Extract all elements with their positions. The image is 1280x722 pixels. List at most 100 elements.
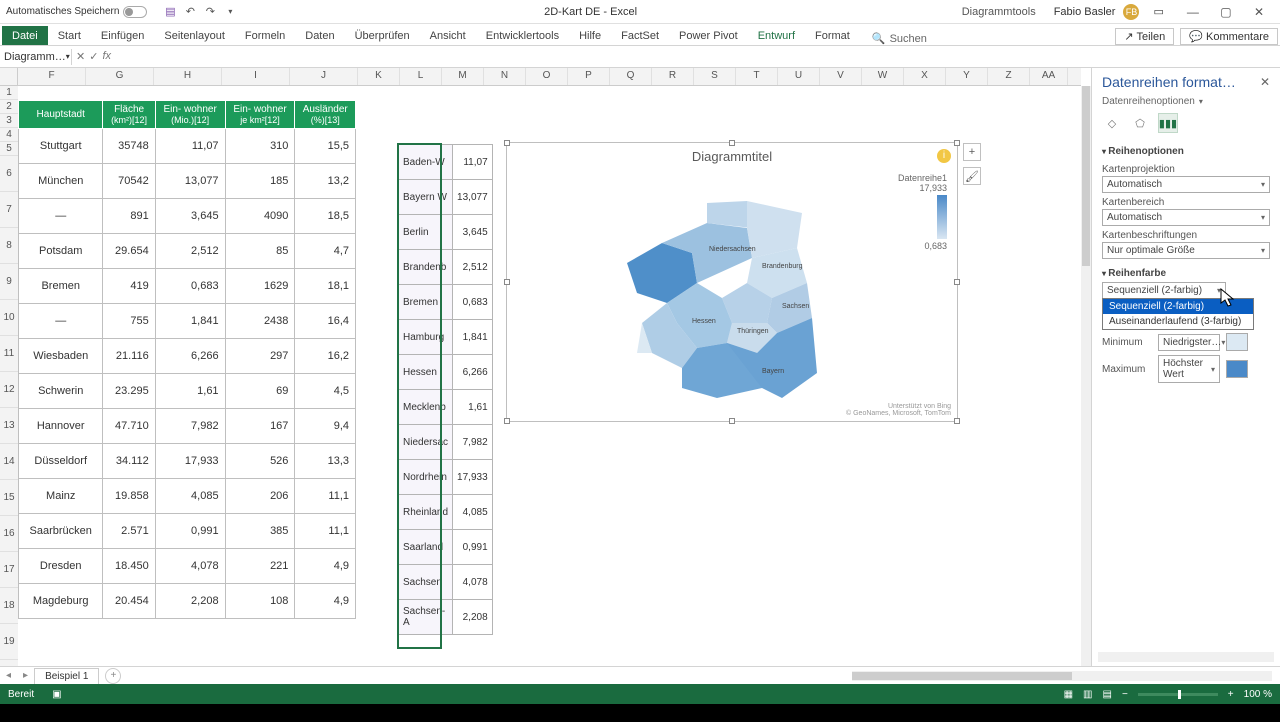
row-header[interactable]: 6 [0, 156, 18, 192]
user-avatar[interactable]: FB [1123, 4, 1139, 20]
table-row[interactable]: Schwerin23.2951,61694,5 [19, 374, 356, 409]
mini-row[interactable]: Nordrhein17,933 [399, 460, 493, 495]
column-headers[interactable]: FGHIJKLMNOPQRSTUVWXYZAA [18, 68, 1081, 86]
chart-source-table[interactable]: Baden-W11,07Bayern W13,077Berlin3,645Bra… [398, 144, 493, 635]
row-header[interactable]: 12 [0, 372, 18, 408]
tab-file[interactable]: Datei [2, 26, 48, 45]
mini-row[interactable]: Bremen0,683 [399, 285, 493, 320]
ribbon-search[interactable]: 🔍Suchen [872, 32, 927, 45]
mini-row[interactable]: Hessen6,266 [399, 355, 493, 390]
row-header[interactable]: 19 [0, 624, 18, 660]
pane-subtitle[interactable]: Datenreihenoptionen▾ [1102, 96, 1270, 107]
pane-close-icon[interactable]: ✕ [1260, 75, 1270, 89]
close-button[interactable]: ✕ [1244, 5, 1274, 19]
max-color-swatch[interactable] [1226, 360, 1248, 378]
view-normal-icon[interactable]: ▦ [1064, 689, 1073, 700]
row-header[interactable]: 3 [0, 114, 18, 128]
fx-icon[interactable]: fx [102, 50, 111, 63]
sheet-tab-active[interactable]: Beispiel 1 [34, 668, 99, 684]
tab-start[interactable]: Start [48, 26, 91, 45]
tab-data[interactable]: Daten [295, 26, 344, 45]
row-header[interactable]: 14 [0, 444, 18, 480]
name-box[interactable]: Diagramm…▾ [0, 49, 72, 65]
col-header[interactable]: I [222, 68, 290, 85]
chart-elements-button[interactable]: + [963, 143, 981, 161]
ribbon-display-icon[interactable]: ▭ [1153, 5, 1163, 18]
tab-factset[interactable]: FactSet [611, 26, 669, 45]
zoom-in-button[interactable]: + [1228, 689, 1234, 700]
view-pagelayout-icon[interactable]: ▥ [1083, 689, 1092, 700]
row-header[interactable]: 4 [0, 128, 18, 142]
table-row[interactable]: Düsseldorf34.11217,93352613,3 [19, 444, 356, 479]
formula-input[interactable] [115, 55, 1280, 59]
col-header[interactable]: L [400, 68, 442, 85]
section-series-options[interactable]: Reihenoptionen [1102, 143, 1270, 160]
row-header[interactable]: 8 [0, 228, 18, 264]
sheet-nav-prev[interactable]: ◂ [0, 670, 17, 681]
col-header[interactable]: T [736, 68, 778, 85]
sheet-nav-next[interactable]: ▸ [17, 670, 34, 681]
table-row[interactable]: Saarbrücken2.5710,99138511,1 [19, 514, 356, 549]
chart-styles-button[interactable]: 🖌 [963, 167, 981, 185]
autosave-toggle[interactable]: Automatisches Speichern [6, 6, 147, 18]
row-header[interactable]: 10 [0, 300, 18, 336]
new-sheet-button[interactable]: + [105, 668, 121, 684]
tab-powerpivot[interactable]: Power Pivot [669, 26, 748, 45]
zoom-slider[interactable] [1138, 693, 1218, 696]
table-row[interactable]: —8913,645409018,5 [19, 199, 356, 234]
mini-row[interactable]: Rheinland4,085 [399, 495, 493, 530]
series-options-icon[interactable]: ▮▮▮ [1158, 113, 1178, 133]
tab-insert[interactable]: Einfügen [91, 26, 154, 45]
mini-row[interactable]: Sachsen4,078 [399, 565, 493, 600]
col-header[interactable]: W [862, 68, 904, 85]
combo-minimum[interactable]: Niedrigster…▾ [1158, 334, 1220, 351]
col-header[interactable]: S [694, 68, 736, 85]
mini-row[interactable]: Brandenb2,512 [399, 250, 493, 285]
pane-horizontal-scrollbar[interactable] [1098, 652, 1274, 662]
fill-line-icon[interactable]: ◇ [1102, 113, 1122, 133]
tab-developer[interactable]: Entwicklertools [476, 26, 569, 45]
col-header[interactable]: U [778, 68, 820, 85]
mini-row[interactable]: Bayern W13,077 [399, 180, 493, 215]
min-color-swatch[interactable] [1226, 333, 1248, 351]
row-header[interactable]: 15 [0, 480, 18, 516]
tab-design[interactable]: Entwurf [748, 26, 805, 45]
col-header[interactable]: V [820, 68, 862, 85]
map-chart[interactable]: i Diagrammtitel + 🖌 Datenreihe1 17,933 0… [506, 142, 958, 422]
col-header[interactable]: K [358, 68, 400, 85]
comments-button[interactable]: 💬 Kommentare [1180, 28, 1278, 45]
row-header[interactable]: 2 [0, 100, 18, 114]
mini-row[interactable]: Berlin3,645 [399, 215, 493, 250]
maximize-button[interactable]: ▢ [1211, 5, 1241, 19]
mini-row[interactable]: Baden-W11,07 [399, 145, 493, 180]
save-icon[interactable]: ▤ [163, 5, 177, 19]
col-header[interactable]: R [652, 68, 694, 85]
qat-more-icon[interactable]: ▾ [223, 5, 237, 19]
table-row[interactable]: Wiesbaden21.1166,26629716,2 [19, 339, 356, 374]
combo-area[interactable]: Automatisch▾ [1102, 209, 1270, 226]
table-row[interactable]: Bremen4190,683162918,1 [19, 269, 356, 304]
share-button[interactable]: ↗ Teilen [1115, 28, 1174, 45]
row-header[interactable]: 9 [0, 264, 18, 300]
col-header[interactable]: Z [988, 68, 1030, 85]
col-header[interactable]: F [18, 68, 86, 85]
undo-icon[interactable]: ↶ [183, 5, 197, 19]
macro-record-icon[interactable]: ▣ [52, 689, 61, 700]
tab-view[interactable]: Ansicht [420, 26, 476, 45]
col-header[interactable]: H [154, 68, 222, 85]
col-header[interactable]: X [904, 68, 946, 85]
combo-labels[interactable]: Nur optimale Größe▾ [1102, 242, 1270, 259]
row-header[interactable]: 16 [0, 516, 18, 552]
effects-icon[interactable]: ⬠ [1130, 113, 1150, 133]
view-pagebreak-icon[interactable]: ▤ [1103, 689, 1112, 700]
table-row[interactable]: München7054213,07718513,2 [19, 164, 356, 199]
mini-row[interactable]: Niedersac7,982 [399, 425, 493, 460]
row-header[interactable]: 13 [0, 408, 18, 444]
col-header[interactable]: G [86, 68, 154, 85]
row-header[interactable]: 11 [0, 336, 18, 372]
row-header[interactable]: 5 [0, 142, 18, 156]
row-header[interactable]: 7 [0, 192, 18, 228]
chart-info-icon[interactable]: i [937, 149, 951, 163]
table-row[interactable]: —7551,841243816,4 [19, 304, 356, 339]
tab-formulas[interactable]: Formeln [235, 26, 295, 45]
